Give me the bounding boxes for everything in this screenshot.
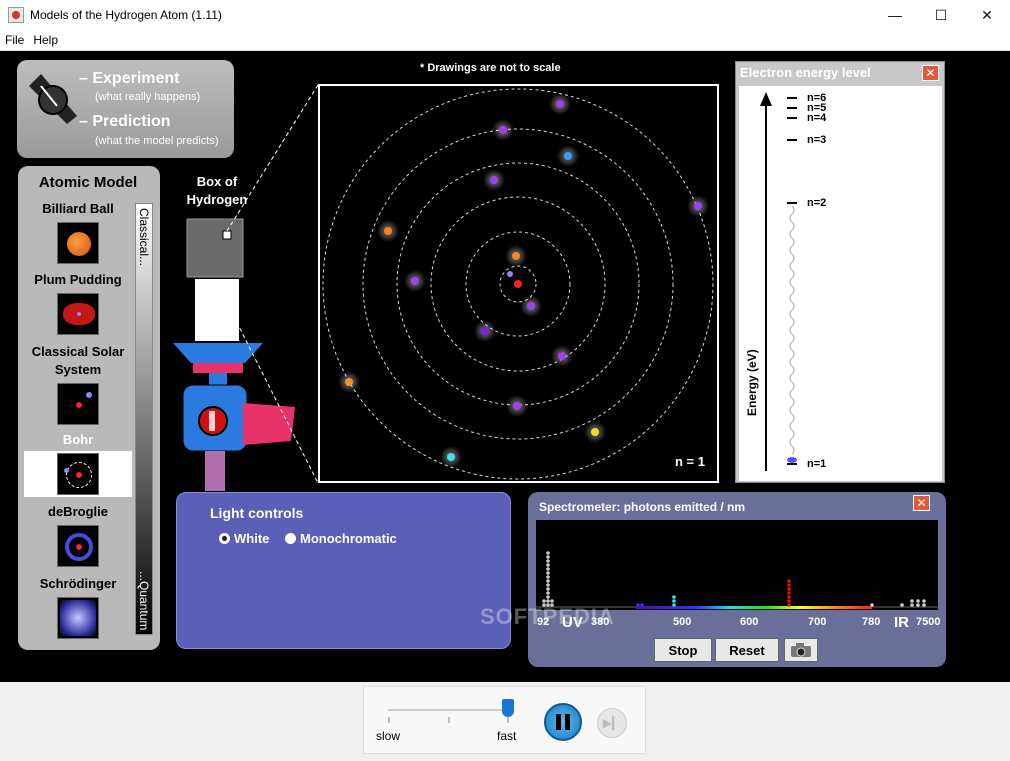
schrodinger-icon [57, 597, 99, 639]
reset-button[interactable]: Reset [715, 638, 779, 662]
spectrometer-close-button[interactable]: ✕ [913, 495, 930, 511]
step-button[interactable]: ▶▎ [597, 708, 627, 738]
prediction-sub: (what the model predicts) [95, 135, 219, 147]
camera-button[interactable] [784, 638, 818, 662]
close-button[interactable]: ✕ [964, 0, 1010, 30]
model-debroglie[interactable]: deBroglie [24, 503, 132, 567]
tick-780: 780 [862, 616, 881, 628]
model-schrodinger[interactable]: Schrödinger [24, 575, 132, 639]
level-n3: n=3 [807, 134, 827, 146]
classical-quantum-scale: Classical... ...Quantum [135, 203, 153, 635]
stop-button[interactable]: Stop [654, 638, 712, 662]
atomic-model-panel: Atomic Model Billiard Ball Plum Pudding … [18, 166, 160, 650]
menu-file[interactable]: File [5, 33, 24, 47]
energy-level-panel: Electron energy level ✕ n=6 n=5 n=4 n=3 … [735, 61, 945, 483]
simulation-stage: – Experiment (what really happens) – Pre… [0, 51, 1010, 682]
zoom-lines [226, 84, 319, 484]
energy-axis-label: Energy (eV) [745, 349, 759, 416]
level-n4: n=4 [807, 112, 827, 124]
model-bohr-label[interactable]: Bohr [24, 432, 132, 447]
spectrometer-panel: Spectrometer: photons emitted / nm ✕ 92 … [528, 492, 946, 667]
atomic-model-title: Atomic Model [38, 174, 138, 191]
light-controls-title: Light controls [210, 505, 304, 521]
atom-view: n = 1 [318, 84, 719, 483]
solar-system-icon [57, 383, 99, 425]
white-radio[interactable]: White [219, 531, 269, 546]
slider-tick-mid [448, 717, 450, 723]
energy-axis [760, 92, 797, 471]
speed-slider-thumb[interactable] [502, 699, 514, 717]
spectrometer-graph [536, 520, 938, 610]
window-title: Models of the Hydrogen Atom (1.11) [30, 8, 222, 22]
tick-600: 600 [740, 616, 759, 628]
level-n2: n=2 [807, 197, 827, 209]
tick-7500: 7500 [916, 616, 941, 628]
white-radio-dot[interactable] [219, 533, 230, 544]
mode-knob-icon[interactable] [27, 72, 83, 128]
level-n1: n=1 [807, 458, 827, 470]
energy-title: Electron energy level [740, 65, 871, 80]
mode-switch-panel[interactable]: – Experiment (what really happens) – Pre… [17, 60, 234, 158]
bohr-orbits [322, 88, 714, 480]
softpedia-watermark: SOFTPEDIA [480, 604, 615, 629]
monochromatic-radio-dot[interactable] [285, 533, 296, 544]
model-bohr[interactable] [24, 451, 132, 497]
monochromatic-radio[interactable]: Monochromatic [285, 531, 397, 546]
tick-ir: IR [894, 614, 909, 631]
plum-pudding-icon [57, 293, 99, 335]
menu-bar: File Help [0, 30, 1010, 51]
step-icon: ▶▎ [602, 716, 622, 730]
billiard-ball-icon [57, 222, 99, 264]
minimize-button[interactable]: — [872, 0, 918, 30]
speed-slow-label: slow [376, 729, 401, 743]
spectrum-plot [536, 551, 938, 609]
title-bar: Models of the Hydrogen Atom (1.11) — ☐ ✕ [0, 0, 1010, 30]
maximize-button[interactable]: ☐ [918, 0, 964, 30]
speed-slider-track[interactable] [388, 709, 508, 711]
slider-tick-right [507, 717, 509, 723]
photons [338, 93, 709, 468]
energy-close-button[interactable]: ✕ [922, 65, 939, 81]
prediction-option[interactable]: – Prediction [79, 113, 171, 131]
debroglie-icon [57, 525, 99, 567]
tick-500: 500 [673, 616, 692, 628]
camera-icon [791, 643, 811, 657]
menu-help[interactable]: Help [33, 33, 58, 47]
energy-diagram: n=6 n=5 n=4 n=3 n=2 n=1 Energy (eV) [739, 86, 942, 481]
bohr-icon [57, 453, 99, 495]
spectrometer-title: Spectrometer: photons emitted / nm [539, 500, 746, 514]
light-controls-panel: Light controls White Monochromatic [176, 492, 511, 649]
scale-note: * Drawings are not to scale [420, 62, 561, 74]
model-plum-pudding[interactable]: Plum Pudding [24, 271, 132, 335]
app-icon [8, 7, 24, 23]
slider-tick-left [388, 717, 390, 723]
model-classical-solar-system[interactable]: Classical Solar System [24, 343, 132, 425]
model-billiard-ball[interactable]: Billiard Ball [24, 200, 132, 264]
speed-fast-label: fast [497, 729, 517, 743]
state-label: n = 1 [675, 454, 705, 469]
pause-button[interactable] [544, 703, 582, 741]
playback-controls: slow fast ▶▎ [363, 686, 646, 754]
experiment-sub: (what really happens) [95, 91, 201, 103]
pause-icon [556, 714, 561, 730]
experiment-option[interactable]: – Experiment [79, 70, 179, 88]
tick-700: 700 [808, 616, 827, 628]
